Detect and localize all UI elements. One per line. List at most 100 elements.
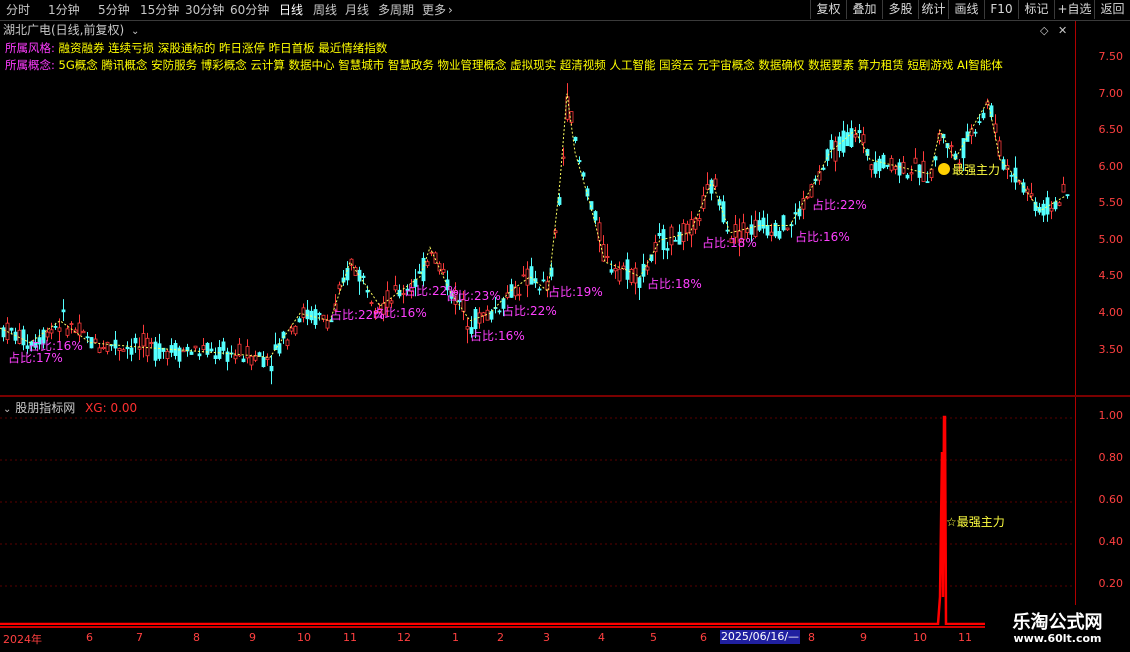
month-label: 6 [86,631,93,644]
indicator-chart[interactable]: ☆最强主力 [0,397,1075,625]
price-tick: 4.50 [1098,269,1124,282]
candle-body [605,256,610,258]
tab-intraday[interactable]: 分时 [6,2,30,18]
candle-body [357,269,362,282]
price-tick: 4.00 [1098,306,1124,319]
candle-body [205,342,210,355]
price-tick: 6.50 [1098,123,1124,136]
candle-body [249,355,254,366]
price-tick: 5.50 [1098,196,1124,209]
mark-button[interactable]: 标记 [1018,0,1054,19]
candle-body [365,290,370,293]
candle-body [529,266,534,285]
candle-body [509,284,514,298]
tab-60min[interactable]: 60分钟 [230,2,269,18]
candle-body [665,248,670,251]
ratio-annotation: 占比:16% [28,338,83,353]
watermark-url: www.60lt.com [1013,632,1102,645]
tab-weekly[interactable]: 周线 [313,2,337,18]
candle-body [977,121,982,123]
candle-body [277,343,282,354]
candle-body [121,349,126,352]
month-label: 12 [397,631,411,644]
candle-body [685,223,690,234]
draw-line-button[interactable]: 画线 [948,0,984,19]
tab-5min[interactable]: 5分钟 [98,2,130,18]
candle-body [21,329,26,346]
candle-body [221,341,226,351]
tab-monthly[interactable]: 月线 [345,2,369,18]
tab-more[interactable]: 更多 › [422,2,453,18]
candle-body [141,333,146,347]
chevron-down-icon[interactable]: ⌄ [131,26,139,37]
tab-1min[interactable]: 1分钟 [48,2,80,18]
candle-body [433,252,438,264]
candle-body [593,211,598,221]
f10-button[interactable]: F10 [984,0,1018,19]
add-favorite-button[interactable]: +自选 [1054,0,1094,19]
restore-rights-button[interactable]: 复权 [810,0,846,19]
candle-body [645,266,650,271]
candle-body [877,158,882,172]
candle-body [881,154,886,169]
candle-body [785,227,790,231]
multi-stock-button[interactable]: 多股 [882,0,918,19]
candle-body [657,233,662,237]
candle-body [1057,202,1062,206]
tab-multi-period[interactable]: 多周期 [378,2,414,18]
candle-body [613,268,618,272]
month-label: 1 [452,631,459,644]
candle-body [233,355,238,360]
candle-body [1065,194,1070,197]
candle-body [189,351,194,355]
candlestick-chart[interactable]: 占比:17%占比:16%占比:22%占比:16%占比:22%占比:23%占比:1… [0,38,1075,395]
month-label: 6 [700,631,707,644]
candle-body [289,327,294,332]
candle-body [777,230,782,239]
candle-body [753,219,758,237]
stock-title: 湖北广电(日线,前复权) ⌄ [3,21,139,38]
candle-body [301,307,306,318]
candle-body [1045,197,1050,215]
ratio-annotation: 占比:23% [446,288,501,303]
candle-body [317,312,322,316]
candle-body [921,160,926,182]
back-button[interactable]: 返回 [1094,0,1130,19]
close-icon[interactable]: ✕ [1058,24,1067,37]
candle-body [821,167,826,170]
candle-body [897,162,902,176]
diamond-icon[interactable]: ◇ [1040,24,1048,37]
candle-body [617,268,622,282]
candle-body [993,123,998,133]
candle-body [77,322,82,336]
candle-body [873,162,878,174]
candle-body [1029,193,1034,197]
candle-body [997,140,1002,157]
tab-30min[interactable]: 30分钟 [185,2,224,18]
candle-body [961,138,966,159]
overlay-button[interactable]: 叠加 [846,0,882,19]
tab-15min[interactable]: 15分钟 [140,2,179,18]
candle-body [441,268,446,273]
candle-body [833,141,838,162]
candle-body [861,134,866,144]
candle-body [909,172,914,175]
tab-daily[interactable]: 日线 [279,2,303,18]
candle-body [677,231,682,245]
candle-body [393,285,398,291]
stats-button[interactable]: 统计 [918,0,948,19]
period-toolbar: 分时 1分钟 5分钟 15分钟 30分钟 60分钟 日线 周线 月线 多周期 更… [0,0,1130,21]
chevron-right-icon: › [448,3,453,17]
candle-body [629,269,634,283]
candle-body [981,112,986,119]
candle-body [889,158,894,171]
candle-body [57,327,62,332]
candle-body [965,131,970,142]
ratio-annotation: 占比:16% [795,229,850,244]
candle-body [97,347,102,353]
candle-body [969,128,974,137]
month-label: 9 [860,631,867,644]
annotations-group: 占比:17%占比:16%占比:22%占比:16%占比:22%占比:23%占比:1… [8,163,1000,365]
candle-body [1009,174,1014,177]
candle-body [521,274,526,277]
